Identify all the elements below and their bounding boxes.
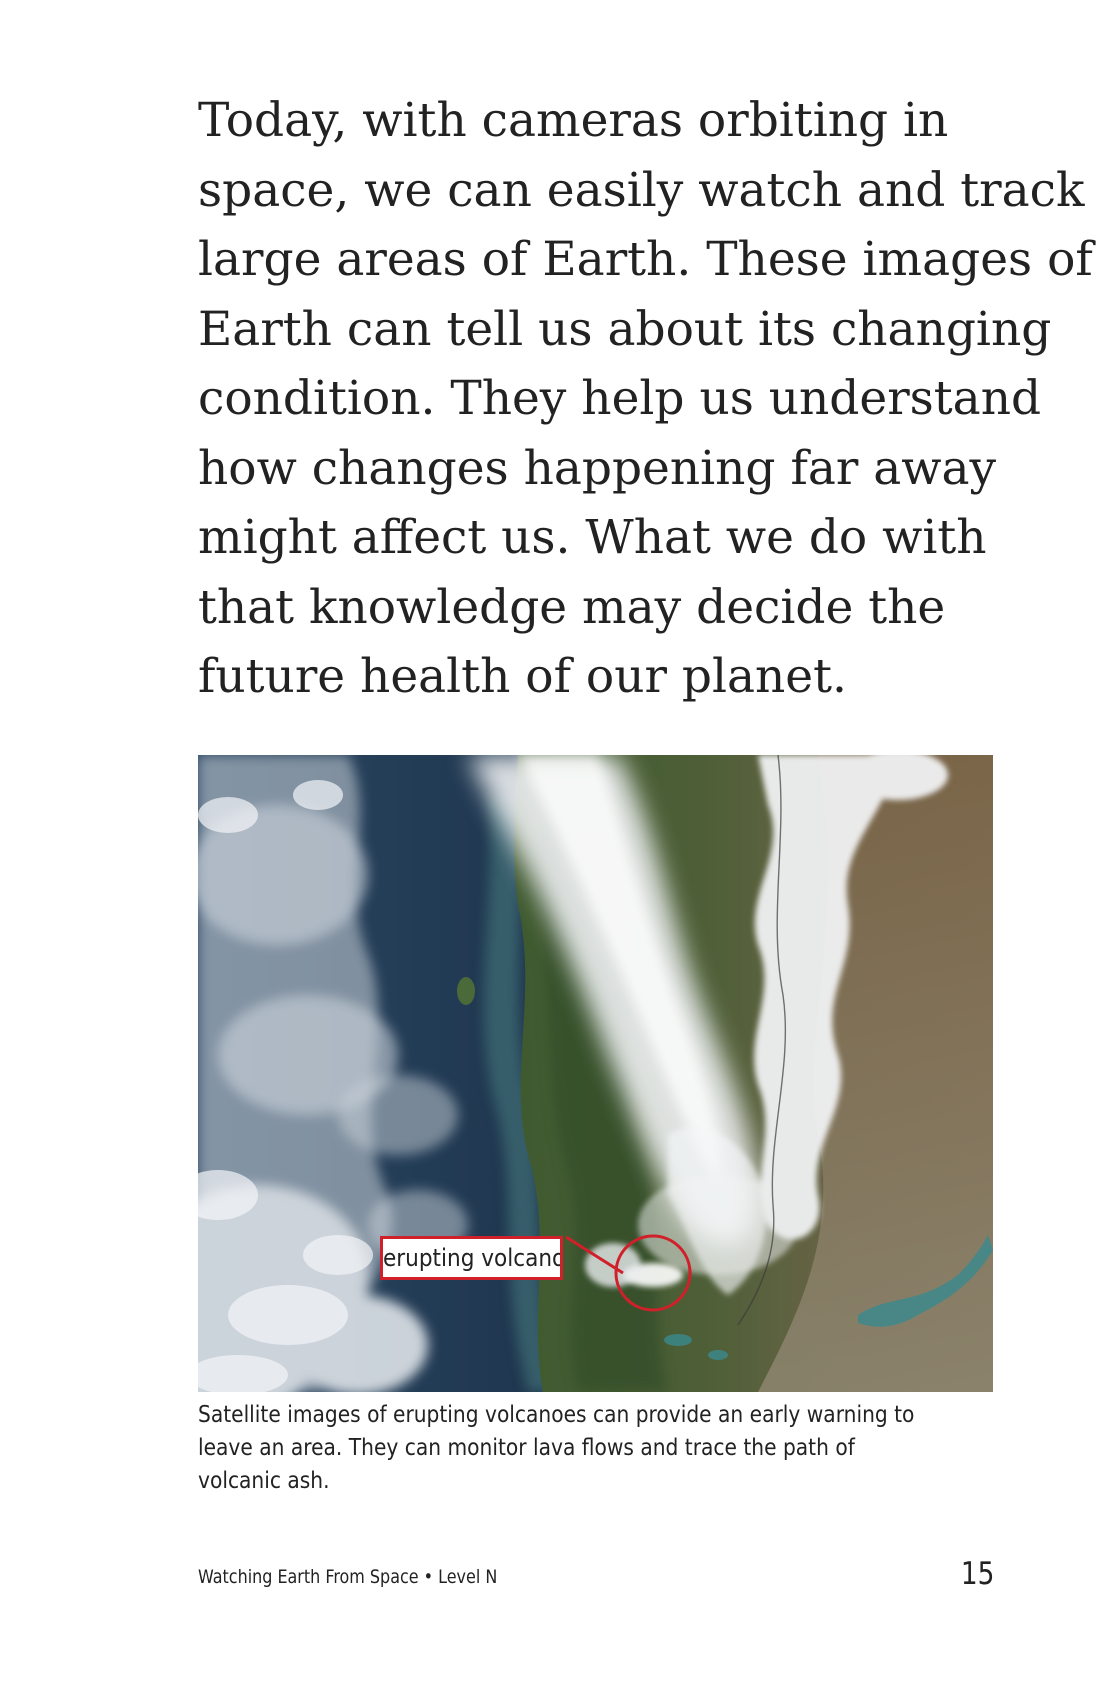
body-line: how changes happening far away (198, 440, 997, 496)
satellite-image (198, 755, 993, 1392)
body-line: that knowledge may decide the (198, 579, 946, 635)
figure-caption: Satellite images of erupting volcanoes c… (198, 1398, 998, 1497)
body-line: condition. They help us understand (198, 371, 1042, 426)
caption-line: Satellite images of erupting volcanoes c… (198, 1400, 915, 1428)
caption-line: volcanic ash. (198, 1466, 330, 1494)
body-line: space, we can easily watch and track (198, 162, 1085, 218)
satellite-photo (198, 755, 993, 1392)
body-line: Today, with cameras orbiting in (198, 93, 949, 148)
body-paragraph: Today, with cameras orbiting in space, w… (198, 86, 1093, 712)
body-line: future health of our planet. (198, 649, 847, 704)
body-line: large areas of Earth. These images of (198, 232, 1093, 287)
body-line: might affect us. What we do with (198, 510, 987, 565)
body-line: Earth can tell us about its changing (198, 301, 1052, 357)
page-number: 15 (960, 1556, 994, 1592)
footer-book-title: Watching Earth From Space • Level N (198, 1566, 498, 1588)
erupting-volcano-label: erupting volcano (380, 1236, 563, 1280)
caption-line: leave an area. They can monitor lava flo… (198, 1433, 855, 1461)
